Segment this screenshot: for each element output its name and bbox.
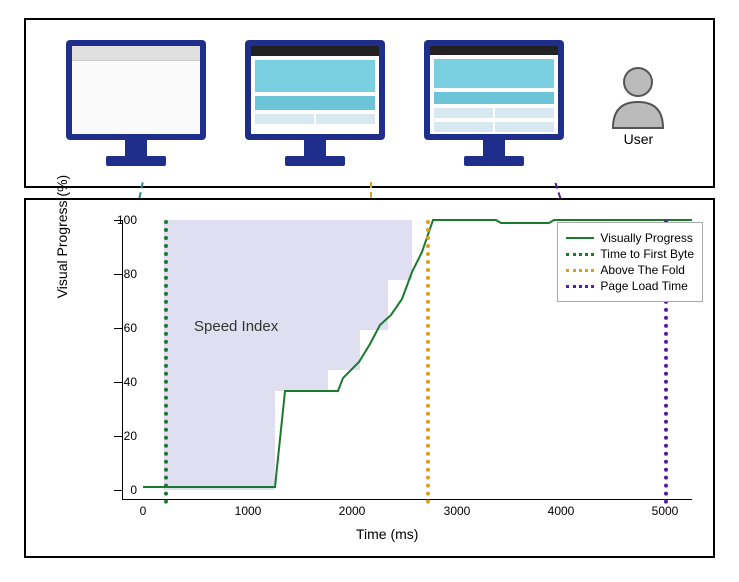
xlab-1000: 1000 bbox=[235, 504, 262, 518]
y-axis-title: Visual Progress (%) bbox=[54, 175, 70, 298]
legend-ttfb: Time to First Byte bbox=[600, 247, 694, 261]
legend-visually-progress: Visually Progress bbox=[600, 231, 692, 245]
vline-atf bbox=[426, 220, 430, 504]
monitor-blank bbox=[66, 40, 206, 166]
x-axis-title: Time (ms) bbox=[356, 526, 418, 542]
ylab-60: 60 bbox=[124, 321, 137, 335]
legend-atf: Above The Fold bbox=[600, 263, 685, 277]
ylab-0: 0 bbox=[130, 483, 137, 497]
xlab-3000: 3000 bbox=[444, 504, 471, 518]
monitors-panel: User bbox=[24, 18, 715, 188]
user-icon: User bbox=[603, 60, 673, 147]
vline-ttfb bbox=[164, 220, 168, 504]
chart-panel: Speed Index 0 20 40 60 80 100 0 1000 200… bbox=[24, 198, 715, 558]
ylab-40: 40 bbox=[124, 375, 137, 389]
ylab-20: 20 bbox=[124, 429, 137, 443]
monitor-loaded bbox=[424, 40, 564, 166]
monitor-partial bbox=[245, 40, 385, 166]
ylab-80: 80 bbox=[124, 267, 137, 281]
xlab-0: 0 bbox=[140, 504, 147, 518]
legend: Visually Progress Time to First Byte Abo… bbox=[557, 222, 703, 302]
xlab-4000: 4000 bbox=[548, 504, 575, 518]
xlab-2000: 2000 bbox=[339, 504, 366, 518]
legend-plt: Page Load Time bbox=[600, 279, 687, 293]
xlab-5000: 5000 bbox=[652, 504, 679, 518]
user-label: User bbox=[603, 131, 673, 147]
